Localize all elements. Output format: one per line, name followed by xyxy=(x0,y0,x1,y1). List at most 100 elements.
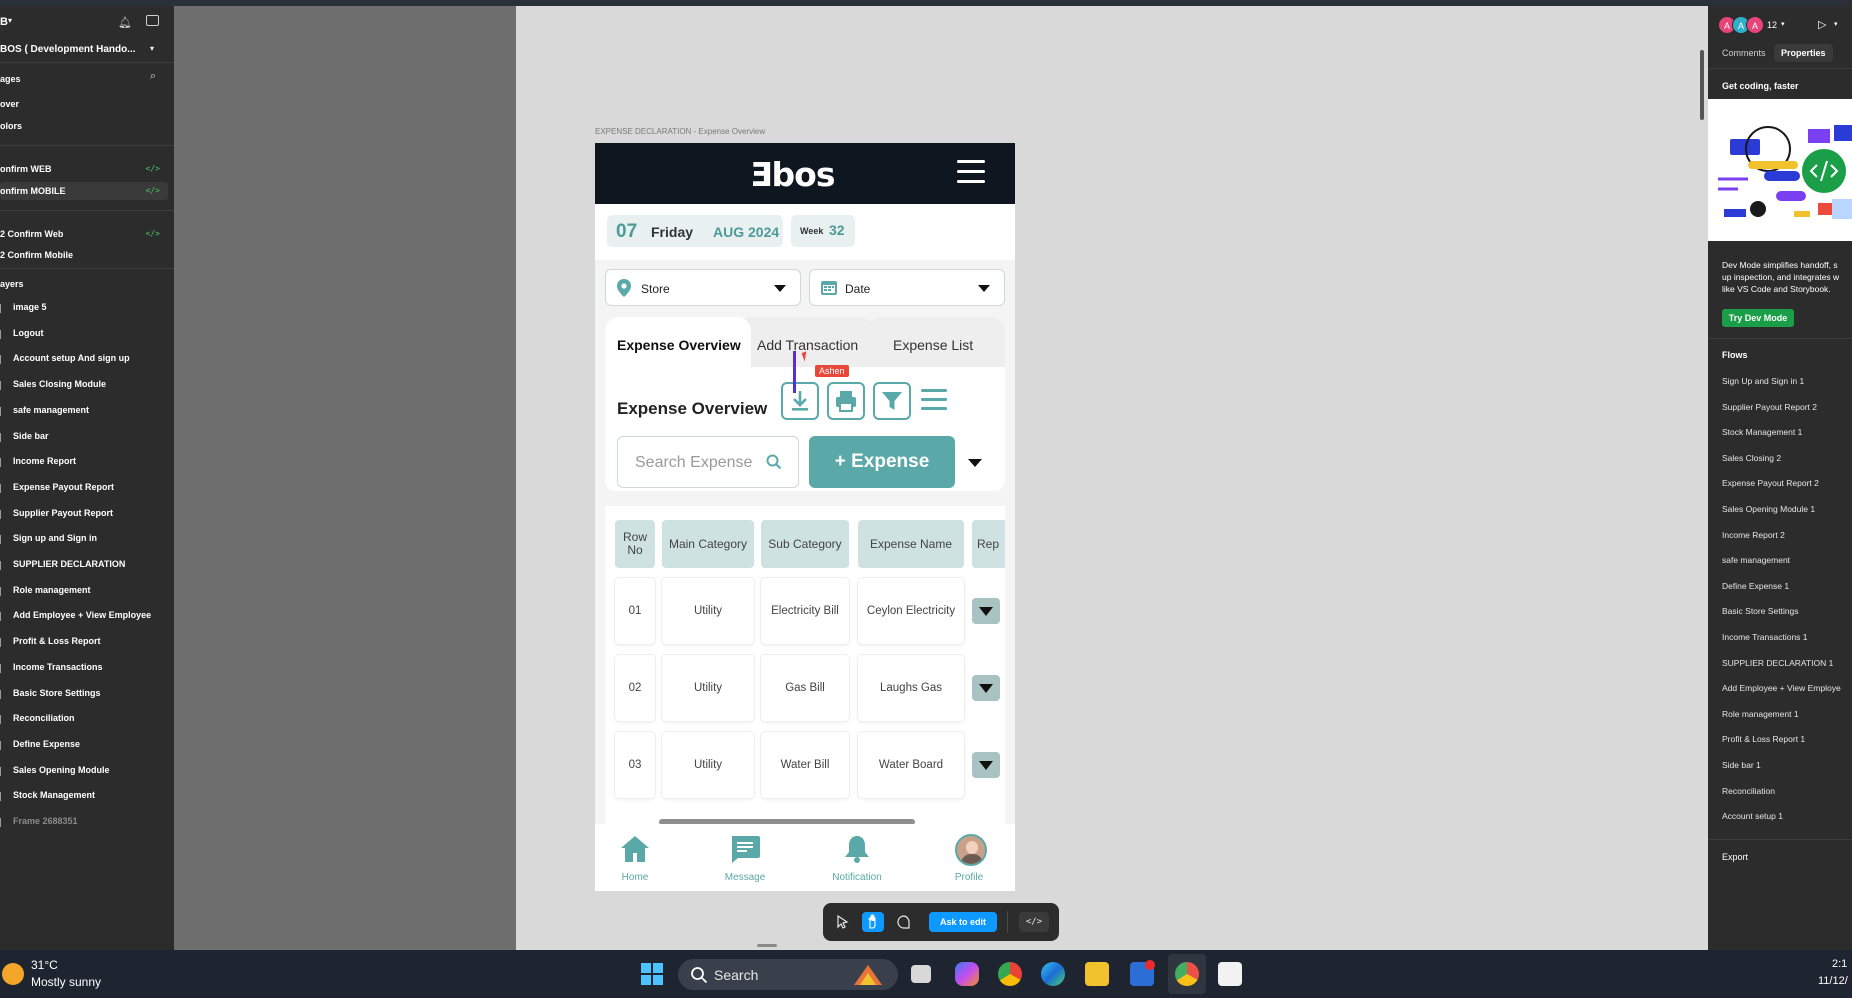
windows-start-icon[interactable] xyxy=(640,962,664,986)
weather-temperature[interactable]: 31°C xyxy=(31,958,58,972)
chrome-icon[interactable] xyxy=(998,962,1022,986)
flow-item[interactable]: Add Employee + View Employe xyxy=(1722,683,1841,693)
layer-item[interactable]: SUPPLIER DECLARATION xyxy=(13,559,125,569)
chevron-down-icon[interactable]: ▾ xyxy=(1834,20,1838,28)
collaborator-count[interactable]: 12 xyxy=(1767,20,1777,30)
flow-item[interactable]: Income Report 2 xyxy=(1722,530,1785,540)
panel-toggle-icon[interactable] xyxy=(146,15,159,26)
flow-item[interactable]: Supplier Payout Report 2 xyxy=(1722,402,1817,412)
add-expense-button[interactable]: + Expense xyxy=(809,436,955,488)
flow-item[interactable]: SUPPLIER DECLARATION 1 xyxy=(1722,658,1833,668)
page-item[interactable]: olors xyxy=(0,121,22,131)
clock-time[interactable]: 2:1 xyxy=(1832,958,1847,970)
drag-handle[interactable] xyxy=(757,944,777,947)
hamburger-menu-icon[interactable] xyxy=(957,160,985,184)
layer-item[interactable]: Role management xyxy=(13,585,91,595)
page-item[interactable]: onfirm WEB xyxy=(0,164,52,174)
flow-item[interactable]: Profit & Loss Report 1 xyxy=(1722,734,1805,744)
layer-item[interactable]: Sales Closing Module xyxy=(13,379,106,389)
layer-item[interactable]: Reconciliation xyxy=(13,713,75,723)
bell-icon[interactable]: 🔔︎ xyxy=(118,16,132,29)
flow-item[interactable]: Sign Up and Sign in 1 xyxy=(1722,376,1804,386)
move-tool-button[interactable] xyxy=(831,912,853,932)
filter-button[interactable] xyxy=(873,382,911,420)
flow-item[interactable]: safe management xyxy=(1722,555,1790,565)
layer-item[interactable]: Logout xyxy=(13,328,44,338)
hand-tool-button[interactable] xyxy=(862,912,884,932)
page-item[interactable]: 2 Confirm Mobile xyxy=(0,250,73,260)
flow-item[interactable]: Role management 1 xyxy=(1722,709,1799,719)
layer-item[interactable]: Frame 2688351 xyxy=(13,816,78,826)
layer-item[interactable]: Profit & Loss Report xyxy=(13,636,101,646)
file-title-chevron-icon[interactable]: ▾ xyxy=(150,44,154,53)
weather-sun-icon[interactable] xyxy=(2,963,24,985)
row-expand-dropdown-icon[interactable] xyxy=(972,752,1000,778)
canvas-scrollbar[interactable] xyxy=(1700,50,1704,120)
search-expense-field[interactable] xyxy=(617,436,800,489)
collaborator-avatar[interactable]: A xyxy=(1746,16,1764,34)
flow-item[interactable]: Reconciliation xyxy=(1722,786,1775,796)
chevron-down-icon[interactable] xyxy=(968,459,982,467)
chevron-down-icon[interactable]: ▾ xyxy=(1781,20,1785,28)
list-menu-icon[interactable] xyxy=(921,389,947,411)
frame-label[interactable]: EXPENSE DECLARATION - Expense Overview xyxy=(595,127,765,136)
tab-expense-overview[interactable]: Expense Overview xyxy=(605,317,751,369)
flow-item[interactable]: Sales Closing 2 xyxy=(1722,453,1781,463)
layer-item[interactable]: Stock Management xyxy=(13,790,95,800)
layer-item[interactable]: safe management xyxy=(13,405,89,415)
search-icon[interactable]: ⌕ xyxy=(150,70,156,83)
menu-chevron-icon[interactable]: ▾ xyxy=(8,16,12,25)
try-dev-mode-button[interactable]: Try Dev Mode xyxy=(1722,309,1794,327)
flow-item[interactable]: Account setup 1 xyxy=(1722,811,1783,821)
tab-comments[interactable]: Comments xyxy=(1722,48,1766,58)
dev-mode-toggle[interactable]: </> xyxy=(1019,912,1049,932)
store-select[interactable]: Store xyxy=(605,269,801,306)
layer-item[interactable]: Supplier Payout Report xyxy=(13,508,113,518)
file-title[interactable]: BOS ( Development Hando... xyxy=(0,44,136,55)
expense-table[interactable]: Row No Main Category Sub Category Expens… xyxy=(605,506,1005,824)
task-view-icon[interactable] xyxy=(911,965,931,983)
layer-item[interactable]: Sales Opening Module xyxy=(13,765,110,775)
layer-item[interactable]: Add Employee + View Employee xyxy=(13,610,151,620)
export-section[interactable]: Export xyxy=(1722,852,1748,862)
print-button[interactable] xyxy=(827,382,865,420)
tab-expense-list[interactable]: Expense List xyxy=(867,317,1005,369)
snipping-tool-icon[interactable] xyxy=(1218,962,1242,986)
figma-menu-icon[interactable]: B xyxy=(0,16,8,28)
layer-item[interactable]: Income Transactions xyxy=(13,662,103,672)
layer-item[interactable]: Income Report xyxy=(13,456,76,466)
layer-item[interactable]: Basic Store Settings xyxy=(13,688,101,698)
layer-item[interactable]: Define Expense xyxy=(13,739,80,749)
flow-item[interactable]: Expense Payout Report 2 xyxy=(1722,478,1819,488)
copilot-icon[interactable] xyxy=(955,962,979,986)
flow-item[interactable]: Stock Management 1 xyxy=(1722,427,1802,437)
flow-item[interactable]: Define Expense 1 xyxy=(1722,581,1789,591)
page-item-selected[interactable]: onfirm MOBILE xyxy=(0,186,66,196)
file-explorer-icon[interactable] xyxy=(1085,962,1109,986)
layer-item[interactable]: Sign up and Sign in xyxy=(13,533,97,543)
tab-properties[interactable]: Properties xyxy=(1774,44,1833,62)
ask-to-edit-button[interactable]: Ask to edit xyxy=(929,912,997,932)
mobile-frame[interactable]: Ǝbos 07 Friday AUG 2024 Week 32 Store Da… xyxy=(595,143,1015,891)
clock-date[interactable]: 11/12/ xyxy=(1818,975,1848,987)
flow-item[interactable]: Basic Store Settings xyxy=(1722,606,1799,616)
layer-item[interactable]: Account setup And sign up xyxy=(13,353,130,363)
layer-item[interactable]: Expense Payout Report xyxy=(13,482,114,492)
taskbar-search[interactable]: Search xyxy=(678,959,898,990)
edge-icon[interactable] xyxy=(1041,962,1065,986)
date-select[interactable]: Date xyxy=(809,269,1005,306)
flow-item[interactable]: Sales Opening Module 1 xyxy=(1722,504,1815,514)
present-play-icon[interactable]: ▷ xyxy=(1818,18,1826,31)
weather-description[interactable]: Mostly sunny xyxy=(31,975,101,989)
row-expand-dropdown-icon[interactable] xyxy=(972,598,1000,624)
download-button[interactable] xyxy=(781,382,819,420)
page-item[interactable]: over xyxy=(0,99,19,109)
page-item[interactable]: 2 Confirm Web xyxy=(0,229,63,239)
flow-item[interactable]: Income Transactions 1 xyxy=(1722,632,1808,642)
layer-item[interactable]: image 5 xyxy=(13,302,47,312)
layer-item[interactable]: Side bar xyxy=(13,431,49,441)
flow-item[interactable]: Side bar 1 xyxy=(1722,760,1761,770)
comment-tool-button[interactable] xyxy=(893,912,915,932)
tab-add-transaction[interactable]: Add Transaction xyxy=(737,317,875,369)
row-expand-dropdown-icon[interactable] xyxy=(972,675,1000,701)
